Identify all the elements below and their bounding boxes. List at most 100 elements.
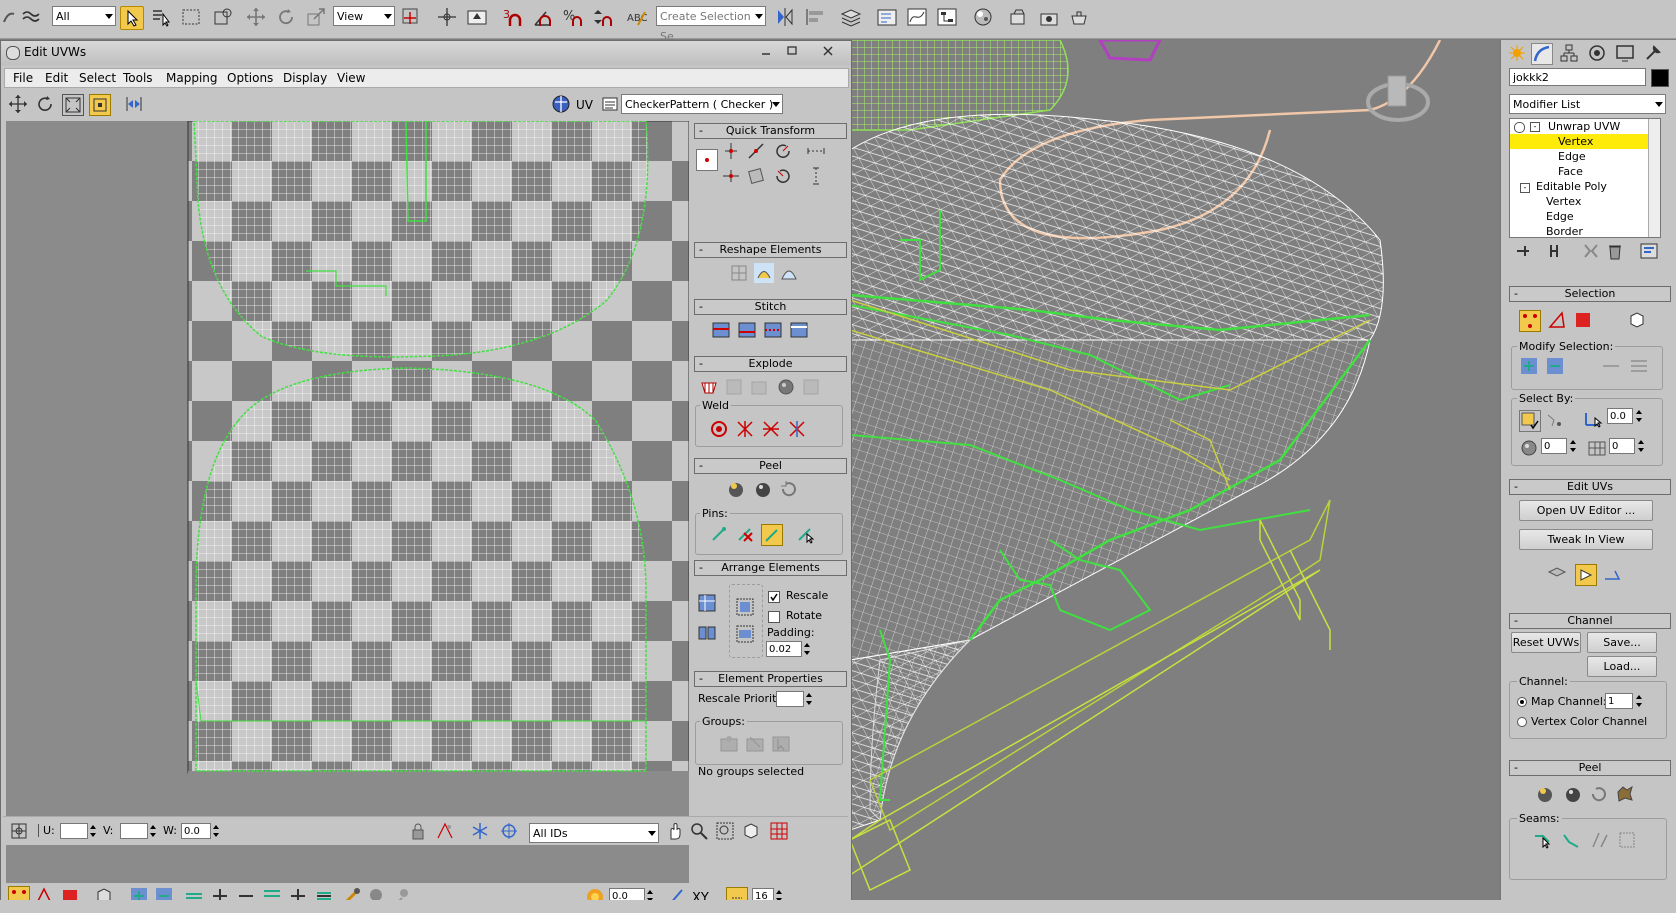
- modify-tab-icon[interactable]: [1531, 43, 1553, 65]
- reference-coordinate-dropdown[interactable]: View: [333, 6, 395, 26]
- weld-target-icon[interactable]: [709, 419, 729, 439]
- relax-icon[interactable]: [754, 263, 774, 283]
- select-object-icon[interactable]: [120, 6, 144, 30]
- vertex-subobject-icon[interactable]: [1519, 310, 1541, 332]
- collapse-icon[interactable]: -: [1520, 183, 1530, 193]
- scene-explorer-icon[interactable]: [876, 6, 898, 28]
- reshape-elements-header[interactable]: - Reshape Elements: [694, 242, 847, 258]
- rotate-90-icon[interactable]: [773, 141, 793, 161]
- menu-select[interactable]: Select: [79, 71, 116, 85]
- rotate-checkbox[interactable]: [768, 611, 780, 623]
- angle-snap-icon[interactable]: [532, 6, 554, 28]
- menu-options[interactable]: Options: [227, 71, 273, 85]
- pack-custom-icon[interactable]: [697, 593, 717, 613]
- tweak-in-view-button[interactable]: Tweak In View: [1519, 529, 1653, 550]
- load-button[interactable]: Load...: [1587, 656, 1657, 677]
- pack-normalize-icon[interactable]: [735, 597, 755, 617]
- quick-transform-header[interactable]: - Quick Transform: [694, 123, 847, 139]
- angle-arrows[interactable]: [1635, 408, 1643, 424]
- named-selection-set-dropdown[interactable]: Create Selection Se: [656, 6, 766, 43]
- scale-icon[interactable]: [305, 6, 327, 28]
- material-ids-dropdown[interactable]: All IDs: [529, 823, 659, 843]
- stitch-header[interactable]: - Stitch: [694, 299, 847, 315]
- selection-filter-dropdown[interactable]: All: [52, 6, 116, 26]
- edge-sel-to-seams-icon[interactable]: [1589, 830, 1609, 850]
- zoom-region-icon[interactable]: [715, 821, 735, 841]
- zoom-icon[interactable]: [689, 821, 709, 841]
- pelt-map-icon[interactable]: [1615, 784, 1635, 804]
- absolute-offset-icon[interactable]: [9, 821, 29, 841]
- align-gizmo-icon[interactable]: [1603, 564, 1623, 584]
- edge-subobject-icon[interactable]: [1547, 310, 1567, 330]
- stack-item-vertex-selected[interactable]: Vertex: [1510, 134, 1660, 149]
- render-frame-icon[interactable]: [1038, 6, 1060, 28]
- smoothing-spinner[interactable]: 0: [1609, 438, 1635, 454]
- open-uv-editor-button[interactable]: Open UV Editor ...: [1519, 500, 1653, 521]
- modifier-list-dropdown[interactable]: Modifier List: [1509, 94, 1666, 114]
- stack-item-face[interactable]: Face: [1558, 164, 1583, 179]
- polygon-subobject-icon[interactable]: [1573, 310, 1593, 330]
- align-horizontal-icon[interactable]: [721, 166, 741, 186]
- move-icon[interactable]: [8, 94, 28, 114]
- edit-seams-icon[interactable]: [1533, 830, 1553, 850]
- percent-snap-icon[interactable]: %: [562, 6, 584, 28]
- stack-item-poly-edge[interactable]: Edge: [1546, 209, 1574, 224]
- configure-sets-icon[interactable]: [1639, 241, 1659, 261]
- reset-uvws-button[interactable]: Reset UVWs: [1511, 632, 1581, 653]
- render-setup-icon[interactable]: [1008, 6, 1030, 28]
- rescale-checkbox[interactable]: [768, 591, 780, 603]
- shrink-icon[interactable]: [1545, 356, 1565, 376]
- display-options-icon[interactable]: [600, 94, 620, 114]
- stitch-to-source-icon[interactable]: [789, 320, 809, 340]
- u-arrows[interactable]: [89, 823, 97, 839]
- align-icon[interactable]: [804, 6, 826, 28]
- weld-all-icon[interactable]: [801, 377, 821, 397]
- straighten-selection-icon[interactable]: [729, 263, 749, 283]
- stitch-average-icon[interactable]: [763, 320, 783, 340]
- snap-toggle-icon[interactable]: 3: [502, 6, 524, 28]
- window-titlebar[interactable]: Edit UVWs: [1, 41, 851, 65]
- select-by-angle-icon[interactable]: [1583, 408, 1603, 428]
- peel-header[interactable]: - Peel: [694, 458, 847, 474]
- menu-tools[interactable]: Tools: [123, 71, 153, 85]
- menu-edit[interactable]: Edit: [45, 71, 68, 85]
- pivot-point-icon[interactable]: [696, 149, 718, 171]
- hide-icon[interactable]: [435, 821, 455, 841]
- peel-mode-icon[interactable]: [1563, 784, 1583, 804]
- select-by-material-id-icon[interactable]: [1519, 438, 1539, 458]
- grow-icon[interactable]: [1519, 356, 1539, 376]
- link-icon[interactable]: [0, 6, 22, 28]
- stack-item-border[interactable]: Border: [1546, 224, 1583, 237]
- select-by-element-icon[interactable]: [1519, 410, 1541, 432]
- pan-icon[interactable]: [665, 821, 685, 841]
- edit-named-selection-icon[interactable]: ABC: [626, 6, 648, 28]
- peel-rollout-header[interactable]: - Peel: [1509, 760, 1671, 776]
- menu-file[interactable]: File: [13, 71, 33, 85]
- pack-rescale-icon[interactable]: [735, 624, 755, 644]
- u-coordinate-field[interactable]: [60, 823, 88, 839]
- select-pinned-icon[interactable]: [795, 524, 815, 544]
- selection-rollout-header[interactable]: - Selection: [1509, 286, 1671, 302]
- v-arrows[interactable]: [149, 823, 157, 839]
- rectangular-selection-icon[interactable]: [180, 6, 202, 28]
- space-vertical-icon[interactable]: [806, 166, 826, 186]
- stack-item-editable-poly[interactable]: Editable Poly: [1536, 179, 1607, 194]
- map-channel-spinner[interactable]: 1: [1605, 693, 1633, 709]
- move-icon[interactable]: [245, 6, 267, 28]
- create-tab-icon[interactable]: [1507, 43, 1527, 63]
- freeze-icon[interactable]: [470, 821, 490, 841]
- ungroup-selected-icon[interactable]: [745, 733, 765, 753]
- material-id-spinner[interactable]: 0: [1541, 438, 1567, 454]
- element-subobject-icon[interactable]: [1627, 310, 1647, 330]
- angle-spinner[interactable]: 0.0: [1607, 408, 1633, 424]
- stitch-custom-icon[interactable]: [711, 320, 731, 340]
- ring-select-icon[interactable]: [1629, 356, 1649, 376]
- make-unique-icon[interactable]: [1581, 241, 1601, 261]
- uv-editor-canvas[interactable]: [6, 121, 689, 883]
- mirror-icon[interactable]: [124, 94, 144, 114]
- break-icon[interactable]: [699, 377, 719, 397]
- flatten-by-material-icon[interactable]: [776, 377, 796, 397]
- ignore-backfacing-icon[interactable]: [1545, 410, 1565, 430]
- padding-spinner-arrows[interactable]: [803, 641, 811, 657]
- align-vertical-icon[interactable]: [721, 141, 741, 161]
